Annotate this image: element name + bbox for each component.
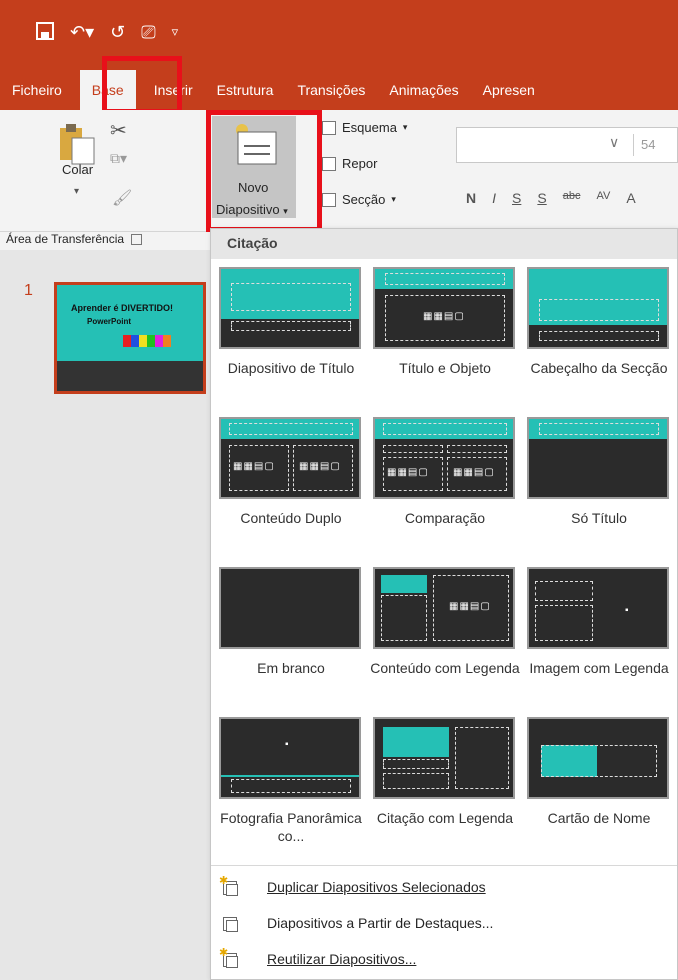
clipboard-group-label: Área de Transferência <box>6 232 143 246</box>
tab-transicoes[interactable]: Transições <box>285 70 377 110</box>
present-icon[interactable]: ⎚ <box>141 22 155 44</box>
paste-icon <box>60 124 95 165</box>
font-color-button[interactable]: A <box>626 190 635 206</box>
layout-title-only[interactable]: Só Título <box>523 417 675 527</box>
tab-ficheiro[interactable]: Ficheiro <box>0 70 74 110</box>
font-name-select[interactable]: ∨ 54 <box>456 127 678 163</box>
reset-button[interactable]: Repor <box>322 156 377 171</box>
layout-content-caption[interactable]: ▦▦▤▢ Conteúdo com Legenda <box>369 567 521 677</box>
slide-thumb-title: Aprender é DIVERTIDO! <box>71 303 174 313</box>
dialog-launcher-icon[interactable] <box>131 234 143 246</box>
bold-button[interactable]: N <box>466 190 476 206</box>
undo-icon[interactable]: ↶▾ <box>70 22 94 44</box>
spacing-button[interactable]: AV <box>596 190 610 206</box>
layout-icon <box>322 120 336 135</box>
layout-button[interactable]: Esquema ▾ <box>322 120 407 135</box>
section-label: Secção <box>342 192 386 207</box>
save-icon[interactable] <box>36 22 54 44</box>
layout-title-content[interactable]: ▦▦▤▢ Título e Objeto <box>369 267 521 377</box>
reuse-slides-item[interactable]: ✱ Reutilizar Diapositivos... <box>211 941 677 977</box>
paste-dropdown-icon[interactable]: ▾ <box>74 186 79 197</box>
slide-number: 1 <box>24 282 33 299</box>
section-icon <box>322 192 336 207</box>
chevron-down-icon[interactable]: ∨ <box>609 134 619 151</box>
slide-thumb-subtitle: PowerPoint <box>87 317 132 326</box>
highlight-box-new-slide <box>206 110 322 232</box>
italic-button[interactable]: I <box>492 190 496 206</box>
gallery-header: Citação <box>211 229 677 259</box>
tab-estrutura[interactable]: Estrutura <box>205 70 286 110</box>
layout-picture-caption[interactable]: ▪ Imagem com Legenda <box>523 567 675 677</box>
layout-quote-caption[interactable]: Citação com Legenda <box>369 717 521 827</box>
copy-icon[interactable]: ⧉▾ <box>110 150 127 167</box>
layout-blank[interactable]: Em branco <box>215 567 367 677</box>
font-size-divider <box>633 134 634 156</box>
redo-icon[interactable]: ↺ <box>110 22 125 44</box>
duplicate-slides-item[interactable]: ✱ Duplicar Diapositivos Selecionados <box>211 869 677 905</box>
highlight-box-base-tab <box>102 56 182 114</box>
tab-animacoes[interactable]: Animações <box>377 70 470 110</box>
reuse-slides-icon: ✱ <box>219 947 241 969</box>
gallery-divider <box>211 865 677 866</box>
layout-label: Esquema <box>342 120 397 135</box>
reset-icon <box>322 156 336 171</box>
format-painter-icon[interactable]: 🖌 <box>112 188 132 208</box>
tab-apresentacao[interactable]: Apresen <box>471 70 547 110</box>
slides-from-outline-item[interactable]: Diapositivos a Partir de Destaques... <box>211 905 677 941</box>
layout-two-content[interactable]: ▦▦▤▢ ▦▦▤▢ Conteúdo Duplo <box>215 417 367 527</box>
layout-title-slide[interactable]: Diapositivo de Título <box>215 267 367 377</box>
slide-thumbnail[interactable]: Aprender é DIVERTIDO! PowerPoint <box>54 282 206 394</box>
slides-from-outline-icon <box>221 913 241 933</box>
strikethrough-button[interactable]: abc <box>563 190 581 206</box>
reset-label: Repor <box>342 156 378 171</box>
slide-thumb-graphic <box>123 335 171 347</box>
format-toolbar: N I S S abc AV A <box>466 190 636 206</box>
paste-label: Colar <box>62 162 94 177</box>
quick-access-toolbar: ↶▾ ↺ ⎚ ▿ <box>36 22 178 44</box>
underline-button[interactable]: S <box>512 190 521 206</box>
new-slide-gallery: Citação Diapositivo de Título ▦▦▤▢ Títul… <box>210 228 678 980</box>
layout-section-header[interactable]: Cabeçalho da Secção <box>523 267 675 377</box>
font-size-value[interactable]: 54 <box>641 137 655 152</box>
cut-icon[interactable]: ✂ <box>110 118 127 143</box>
customize-icon[interactable]: ▿ <box>172 22 179 44</box>
duplicate-slides-icon: ✱ <box>219 875 241 897</box>
section-button[interactable]: Secção ▾ <box>322 192 396 207</box>
layout-name-card[interactable]: Cartão de Nome <box>523 717 675 827</box>
layout-panoramic-picture[interactable]: ▪ Fotografia Panorâmica co... <box>215 717 367 845</box>
shadow-button[interactable]: S <box>537 190 546 206</box>
layout-comparison[interactable]: ▦▦▤▢ ▦▦▤▢ Comparação <box>369 417 521 527</box>
